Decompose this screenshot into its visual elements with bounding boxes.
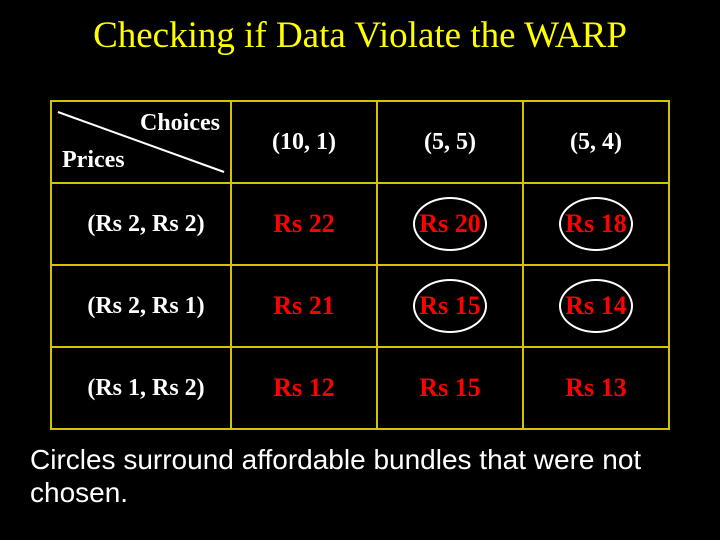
col-header-2: (5, 4): [523, 101, 669, 183]
warp-table: Choices Prices (10, 1) (5, 5) (5, 4) (Rs…: [50, 100, 670, 430]
col-header-0: (10, 1): [231, 101, 377, 183]
cell-value: Rs 20: [419, 209, 480, 239]
cell-value: Rs 13: [565, 373, 626, 403]
cell-2-1: Rs 15: [377, 347, 523, 429]
table-row: (Rs 2, Rs 1) Rs 21 Rs 15 Rs 14: [51, 265, 669, 347]
choices-label: Choices: [140, 110, 220, 137]
cell-value: Rs 18: [565, 209, 626, 239]
cell-0-2: Rs 18: [523, 183, 669, 265]
cell-0-1: Rs 20: [377, 183, 523, 265]
row-header-0: (Rs 2, Rs 2): [51, 183, 231, 265]
cell-1-2: Rs 14: [523, 265, 669, 347]
table-header-row: Choices Prices (10, 1) (5, 5) (5, 4): [51, 101, 669, 183]
cell-value: Rs 21: [273, 291, 334, 321]
caption-text: Circles surround affordable bundles that…: [30, 443, 690, 510]
cell-0-0: Rs 22: [231, 183, 377, 265]
slide-title: Checking if Data Violate the WARP: [0, 14, 720, 57]
row-header-2: (Rs 1, Rs 2): [51, 347, 231, 429]
table-row: (Rs 1, Rs 2) Rs 12 Rs 15 Rs 13: [51, 347, 669, 429]
cell-value: Rs 22: [273, 209, 334, 239]
cell-2-2: Rs 13: [523, 347, 669, 429]
cell-1-0: Rs 21: [231, 265, 377, 347]
row-header-1: (Rs 2, Rs 1): [51, 265, 231, 347]
prices-label: Prices: [62, 147, 125, 174]
cell-1-1: Rs 15: [377, 265, 523, 347]
col-header-1: (5, 5): [377, 101, 523, 183]
cell-value: Rs 15: [419, 291, 480, 321]
cell-2-0: Rs 12: [231, 347, 377, 429]
cell-value: Rs 12: [273, 373, 334, 403]
corner-header: Choices Prices: [51, 101, 231, 183]
slide: Checking if Data Violate the WARP Choice…: [0, 0, 720, 540]
cell-value: Rs 14: [565, 291, 626, 321]
cell-value: Rs 15: [419, 373, 480, 403]
table-row: (Rs 2, Rs 2) Rs 22 Rs 20 Rs 18: [51, 183, 669, 265]
